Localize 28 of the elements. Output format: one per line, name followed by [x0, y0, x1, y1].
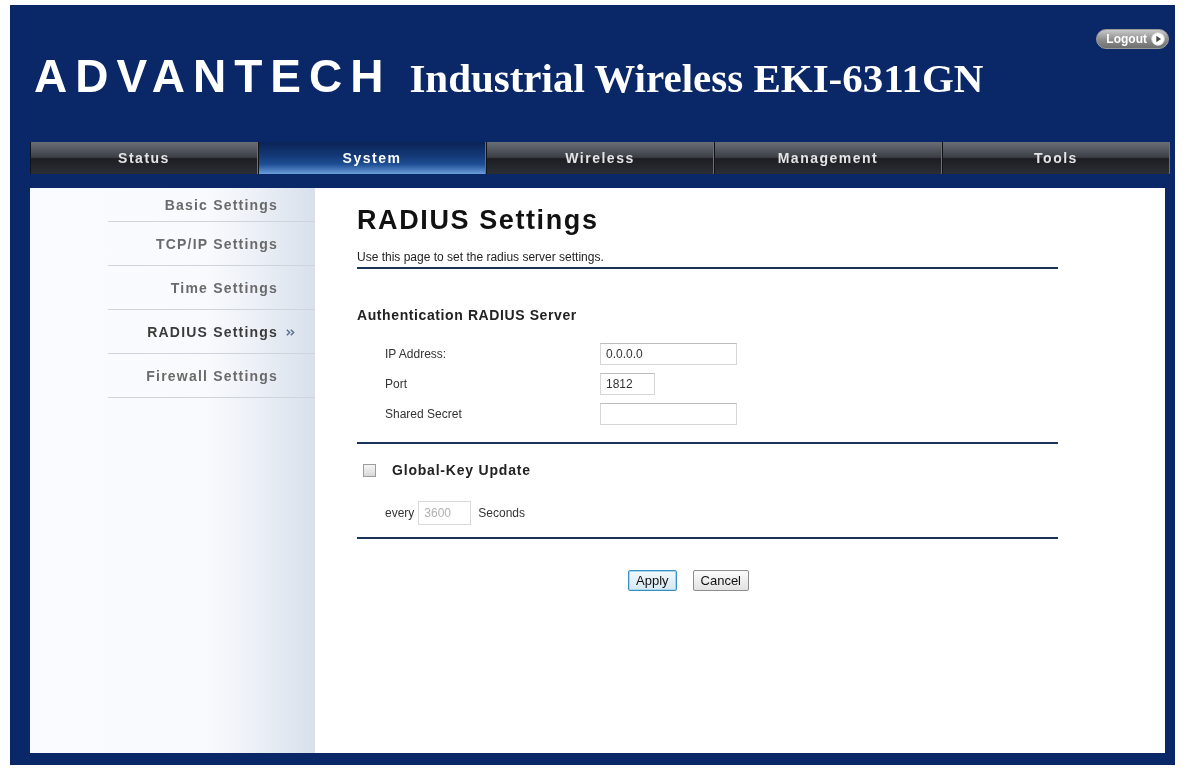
nav-tab[interactable]: Management: [714, 142, 942, 174]
interval-unit: Seconds: [478, 506, 526, 520]
sidebar-item[interactable]: Firewall Settings: [108, 354, 315, 398]
interval-prefix: every: [385, 506, 415, 520]
nav-tab[interactable]: Tools: [942, 142, 1170, 174]
brand-logo: ADVANTECH: [34, 49, 392, 104]
apply-button[interactable]: Apply: [628, 570, 677, 591]
sidebar-item[interactable]: Time Settings: [108, 266, 315, 310]
field-label: Shared Secret: [385, 407, 463, 421]
text-field[interactable]: [600, 403, 737, 425]
section-heading: Authentication RADIUS Server: [357, 306, 578, 324]
nav-tab[interactable]: Wireless: [486, 142, 714, 174]
nav-tab[interactable]: System: [258, 142, 486, 174]
nav-tab[interactable]: Status: [30, 142, 258, 174]
text-field[interactable]: 1812: [600, 373, 655, 395]
cancel-button[interactable]: Cancel: [692, 570, 749, 591]
product-title: Industrial Wireless EKI-6311GN: [409, 54, 984, 103]
sidebar-item[interactable]: TCP/IP Settings: [108, 222, 315, 266]
field-label: IP Address:: [385, 347, 448, 361]
page-title: RADIUS Settings: [357, 205, 600, 235]
page-description: Use this page to set the radius server settings.: [357, 250, 605, 266]
checkbox-label: Global-Key Update: [392, 462, 531, 478]
arrow-circle-icon: [1151, 32, 1165, 46]
text-field[interactable]: 0.0.0.0: [600, 343, 737, 365]
double-chevron-icon: [285, 329, 295, 336]
sidebar-item[interactable]: RADIUS Settings: [108, 310, 315, 354]
field-label: Port: [385, 377, 408, 391]
sidebar-item[interactable]: Basic Settings: [108, 188, 315, 222]
